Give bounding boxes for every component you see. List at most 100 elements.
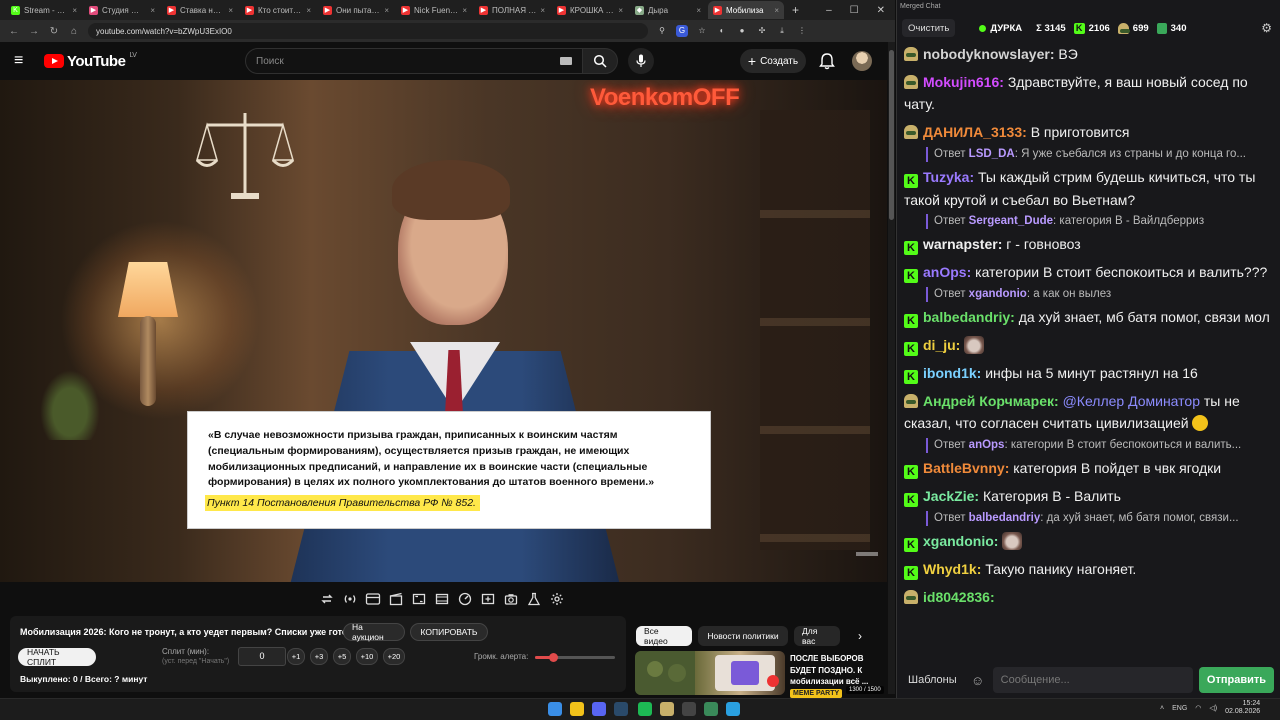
- card-icon[interactable]: [364, 591, 381, 608]
- browser-tab[interactable]: ▶ Nick Fuentes Is×: [396, 1, 472, 19]
- browser-tab[interactable]: ▶ КРОШКА ВЕНЯ ×: [552, 1, 628, 19]
- close-window-icon[interactable]: ✕: [877, 5, 885, 16]
- chat-message-input[interactable]: Сообщение...: [992, 667, 1193, 693]
- chat-username[interactable]: ДАНИЛА_3133: [923, 124, 1022, 140]
- search-button[interactable]: [582, 48, 618, 74]
- chat-username[interactable]: warnapster: [923, 236, 998, 252]
- close-tab-icon[interactable]: ×: [540, 6, 545, 15]
- camera-icon[interactable]: [502, 591, 519, 608]
- loop-icon[interactable]: [318, 591, 335, 608]
- minimize-icon[interactable]: –: [826, 5, 832, 16]
- app-icon[interactable]: [660, 702, 674, 716]
- filter-chip[interactable]: Все видео: [636, 626, 692, 646]
- recommended-video-thumbnail[interactable]: [635, 651, 785, 695]
- app-icon-2[interactable]: [704, 702, 718, 716]
- increment-button[interactable]: +20: [383, 648, 405, 665]
- reply-username[interactable]: anOps: [969, 439, 1005, 451]
- chat-username[interactable]: BattleBvnny: [923, 460, 1005, 476]
- back-icon[interactable]: ←: [8, 26, 20, 37]
- alert-volume-knob[interactable]: [549, 653, 558, 662]
- reply-username[interactable]: Sergeant_Dude: [969, 215, 1053, 227]
- translate-icon[interactable]: G: [676, 25, 688, 37]
- wifi-icon[interactable]: ◠: [1195, 704, 1201, 712]
- discord-icon[interactable]: [592, 702, 606, 716]
- increment-button[interactable]: +5: [333, 648, 351, 665]
- steam-icon[interactable]: [614, 702, 628, 716]
- close-tab-icon[interactable]: ×: [462, 6, 467, 15]
- create-button[interactable]: + Создать: [740, 49, 806, 73]
- zoom-icon[interactable]: ⚲: [656, 25, 668, 37]
- add-box-icon[interactable]: [479, 591, 496, 608]
- reply-username[interactable]: xgandonio: [969, 288, 1027, 300]
- film-strip-icon[interactable]: [433, 591, 450, 608]
- speed-gauge-icon[interactable]: [456, 591, 473, 608]
- fullscreen-icon[interactable]: [410, 591, 427, 608]
- clock[interactable]: 15:24 02.08.2026: [1225, 700, 1260, 716]
- close-tab-icon[interactable]: ×: [150, 6, 155, 15]
- address-bar[interactable]: youtube.com/watch?v=bZWpU3ExIO0: [88, 23, 648, 39]
- extension-icon-2[interactable]: ●: [736, 25, 748, 37]
- download-icon[interactable]: ⤓: [776, 25, 788, 37]
- search-input[interactable]: Поиск: [245, 48, 583, 74]
- close-tab-icon[interactable]: ×: [306, 6, 311, 15]
- browser-tab[interactable]: ▶ Они пытались×: [318, 1, 394, 19]
- keyboard-icon[interactable]: [560, 57, 572, 65]
- chat-settings-icon[interactable]: ⚙: [1261, 21, 1272, 35]
- increment-button[interactable]: +10: [356, 648, 378, 665]
- chat-username[interactable]: di_ju: [923, 337, 956, 353]
- browser-tab[interactable]: ▶ Кто стоит за эт ×: [240, 1, 316, 19]
- filter-chip[interactable]: Новости политики: [698, 626, 788, 646]
- browser-tab[interactable]: ◆ Дыра ×: [630, 1, 706, 19]
- chat-username[interactable]: Whyd1k: [923, 561, 977, 577]
- browser-tab[interactable]: ▶ ПОЛНАЯ ВСЕЛ ×: [474, 1, 550, 19]
- close-tab-icon[interactable]: ×: [618, 6, 623, 15]
- chat-username[interactable]: ibond1k: [923, 365, 977, 381]
- browser-tab[interactable]: ▶ Мобилиза ×: [708, 1, 784, 19]
- emoji-icon[interactable]: ☺: [969, 673, 987, 688]
- forward-icon[interactable]: →: [28, 26, 40, 37]
- account-avatar[interactable]: [852, 51, 872, 71]
- new-tab-icon[interactable]: +: [792, 3, 799, 17]
- reload-icon[interactable]: ↻: [48, 26, 60, 37]
- to-auction-button[interactable]: На аукцион: [343, 622, 405, 642]
- home-icon[interactable]: ⌂: [68, 26, 80, 37]
- browser-tab[interactable]: ▶ Ставка на выж ×: [162, 1, 238, 19]
- close-tab-icon[interactable]: ×: [774, 6, 779, 15]
- clear-chat-button[interactable]: Очистить: [902, 19, 956, 37]
- puzzle-icon[interactable]: ✣: [756, 25, 768, 37]
- chevron-right-icon[interactable]: ›: [858, 629, 862, 643]
- notifications-bell-icon[interactable]: [818, 52, 836, 70]
- spotify-icon[interactable]: [638, 702, 652, 716]
- close-tab-icon[interactable]: ×: [72, 6, 77, 15]
- browser-tab[interactable]: K Stream - Kick D×: [6, 1, 82, 19]
- chat-username[interactable]: xgandonio: [923, 533, 994, 549]
- voice-search-button[interactable]: [628, 48, 654, 74]
- hamburger-menu-icon[interactable]: ≡: [14, 52, 32, 70]
- youtube-logo[interactable]: YouTube LV: [44, 52, 137, 70]
- extension-icon[interactable]: ◐: [716, 25, 728, 37]
- chat-username[interactable]: Tuzyka: [923, 169, 969, 185]
- volume-icon[interactable]: ◁): [1209, 704, 1217, 712]
- split-minutes-input[interactable]: 0: [238, 647, 286, 666]
- chat-username[interactable]: anOps: [923, 264, 967, 280]
- settings-gear-icon[interactable]: [548, 591, 565, 608]
- windows-start-icon[interactable]: [548, 702, 562, 716]
- clapper-icon[interactable]: [387, 591, 404, 608]
- increment-button[interactable]: +3: [310, 648, 328, 665]
- browser-tab[interactable]: ▶ Студия — VK В×: [84, 1, 160, 19]
- reply-username[interactable]: LSD_DA: [969, 148, 1015, 160]
- obs-icon[interactable]: [682, 702, 696, 716]
- chat-username[interactable]: id8042836: [923, 589, 990, 605]
- menu-icon[interactable]: ⋮: [796, 25, 808, 37]
- chat-username[interactable]: JackZie: [923, 488, 974, 504]
- flask-icon[interactable]: [525, 591, 542, 608]
- close-tab-icon[interactable]: ×: [696, 6, 701, 15]
- reply-username[interactable]: balbedandriy: [969, 512, 1041, 524]
- chat-username[interactable]: nobodyknowslayer: [923, 46, 1050, 62]
- telegram-icon[interactable]: [726, 702, 740, 716]
- language-indicator[interactable]: ENG: [1172, 705, 1187, 712]
- filter-chip[interactable]: Для вас: [794, 626, 840, 646]
- templates-button[interactable]: Шаблоны: [902, 667, 963, 693]
- close-tab-icon[interactable]: ×: [228, 6, 233, 15]
- chevron-up-icon[interactable]: ˄: [1160, 705, 1164, 712]
